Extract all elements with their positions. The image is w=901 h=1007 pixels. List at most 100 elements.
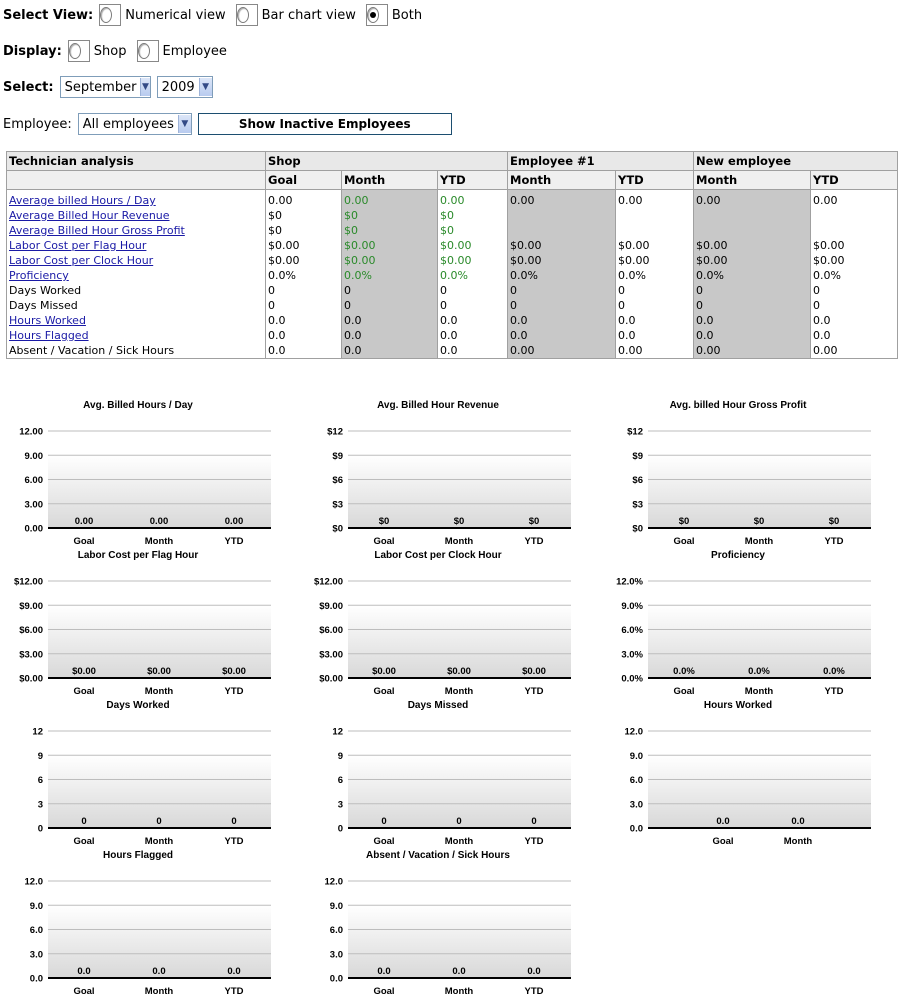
bar-chart: Absent / Vacation / Sick Hours 0.0 3.0 6.0 9… [303, 850, 573, 1000]
row-metric-link[interactable]: Labor Cost per Clock Hour [9, 254, 153, 267]
select-view-row: Select View: Numerical view Bar chart vi… [3, 4, 432, 26]
table-cell [810, 223, 898, 238]
month-select[interactable]: September ▼ [59, 76, 151, 98]
row-metric-link[interactable]: Hours Flagged [9, 329, 89, 342]
bar-chart: Labor Cost per Clock Hour $0.00 $3.00 $6.00… [303, 550, 573, 700]
x-tick-label: Month [445, 686, 474, 697]
x-tick-label: Goal [673, 686, 694, 697]
employee-select[interactable]: All employees ▼ [77, 113, 192, 135]
chevron-down-icon: ▼ [140, 78, 150, 96]
x-tick-label: Goal [73, 986, 94, 997]
y-tick-label: 0.0 [30, 974, 43, 985]
select-view-label: Select View: [3, 7, 94, 23]
y-tick-label: 12.0% [616, 577, 643, 588]
row-label-cell: Labor Cost per Flag Hour [6, 238, 266, 253]
radio-shop[interactable] [67, 40, 90, 62]
bar-chart: Avg. billed Hour Gross Profit $0 $3 $6 $9 $12… [603, 400, 873, 550]
x-tick-label: Month [445, 986, 474, 997]
row-metric-link[interactable]: Proficiency [9, 269, 69, 282]
table-cell: 0 [507, 283, 616, 298]
table-cell: 0.0 [615, 328, 694, 343]
y-tick-label: 12.0 [625, 727, 644, 738]
radio-employee[interactable] [136, 40, 159, 62]
y-tick-label: 6.00 [25, 475, 44, 486]
table-cell: $0 [437, 223, 508, 238]
y-tick-label: $6 [332, 475, 343, 486]
radio-bar-chart-view[interactable] [235, 4, 258, 26]
y-tick-label: 0.00 [25, 524, 44, 535]
data-label: 0.0 [791, 816, 804, 827]
table-cell: 0.0 [810, 313, 898, 328]
y-tick-label: 3.0 [30, 949, 43, 960]
table-cell: 0.0 [265, 343, 342, 359]
data-label: $0 [379, 516, 390, 527]
x-tick-label: YTD [525, 536, 544, 547]
chart-svg: $0.00 $3.00 $6.00 $9.00 $12.00 $0.00 Goal $0.00… [14, 577, 271, 697]
x-tick-label: YTD [525, 986, 544, 997]
col-header: Month [341, 170, 438, 190]
row-metric-label: Absent / Vacation / Sick Hours [9, 344, 175, 357]
month-value: September [64, 79, 137, 95]
x-tick-label: Goal [73, 536, 94, 547]
numerical-view-label: Numerical view [125, 7, 226, 23]
radio-numerical-view[interactable] [99, 4, 122, 26]
table-row: Labor Cost per Clock Hour $0.00 $0.00 $0.00… [6, 253, 898, 268]
y-tick-label: 0.0 [330, 974, 343, 985]
radio-both[interactable] [365, 4, 388, 26]
table-cell: 0.00 [437, 189, 508, 208]
y-tick-label: 0.0 [630, 824, 643, 835]
table-row: Hours Worked 0.0 0.0 0.0 0.0 0.0 0.0 0.0 [6, 313, 898, 328]
x-tick-label: YTD [525, 836, 544, 847]
bar-chart-view-label: Bar chart view [261, 7, 356, 23]
row-metric-link[interactable]: Labor Cost per Flag Hour [9, 239, 146, 252]
table-cell: $0.00 [693, 238, 811, 253]
year-select[interactable]: 2009 ▼ [156, 76, 213, 98]
table-cell: $0.00 [437, 238, 508, 253]
x-tick-label: Month [145, 836, 174, 847]
header-employee-1: Employee #1 [507, 151, 694, 171]
col-header: Month [507, 170, 616, 190]
table-cell: 0.0 [615, 313, 694, 328]
table-cell: 0 [437, 283, 508, 298]
y-tick-label: 3.0 [630, 799, 643, 810]
x-tick-label: Month [745, 536, 774, 547]
x-tick-label: Goal [73, 836, 94, 847]
table-cell: 0.00 [265, 189, 342, 208]
data-label: 0 [156, 816, 161, 827]
chevron-down-icon: ▼ [198, 78, 212, 96]
row-label-cell: Labor Cost per Clock Hour [6, 253, 266, 268]
row-metric-label: Days Missed [9, 299, 78, 312]
table-cell [693, 208, 811, 223]
table-cell: 0.0 [437, 328, 508, 343]
data-label: 0.0 [227, 966, 240, 977]
y-tick-label: 6 [38, 775, 43, 786]
row-metric-link[interactable]: Average Billed Hour Gross Profit [9, 224, 185, 237]
table-row: Proficiency 0.0% 0.0% 0.0% 0.0% 0.0% 0.0% 0.0% [6, 268, 898, 283]
y-tick-label: $0 [632, 524, 643, 535]
chart-svg: 0 3 6 9 12 0 Goal 0 Month 0 YTD [32, 727, 271, 847]
row-label-cell: Hours Worked [6, 313, 266, 328]
bar-chart: Hours Worked 0.0 3.0 6.0 9.0 12.0 0.0 Goal 0.0 Mo… [603, 700, 873, 850]
table-cell [810, 208, 898, 223]
row-metric-label: Days Worked [9, 284, 82, 297]
table-cell: 0.00 [507, 343, 616, 359]
row-metric-link[interactable]: Average billed Hours / Day [9, 194, 156, 207]
display-label: Display: [3, 43, 62, 59]
table-cell: 0 [341, 298, 438, 313]
table-cell: 0 [615, 283, 694, 298]
row-metric-link[interactable]: Average Billed Hour Revenue [9, 209, 170, 222]
data-label: $0.00 [372, 666, 396, 677]
data-label: 0 [531, 816, 536, 827]
table-cell: 0.0 [437, 343, 508, 359]
table-row: Average billed Hours / Day 0.00 0.00 0.00 0.… [6, 189, 898, 208]
chart-svg: 0.0 3.0 6.0 9.0 12.0 0.0 Goal 0.0 Month 0.0 YTD [25, 877, 271, 997]
table-cell: 0.0% [341, 268, 438, 283]
table-cell: $0 [341, 208, 438, 223]
table-cell: $0.00 [265, 253, 342, 268]
table-cell: $0.00 [810, 253, 898, 268]
x-tick-label: YTD [225, 686, 244, 697]
table-row: Days Worked 0 0 0 0 0 0 0 [6, 283, 898, 298]
show-inactive-employees-button[interactable]: Show Inactive Employees [197, 113, 452, 135]
row-metric-link[interactable]: Hours Worked [9, 314, 86, 327]
employee-option-label: Employee [162, 43, 227, 59]
